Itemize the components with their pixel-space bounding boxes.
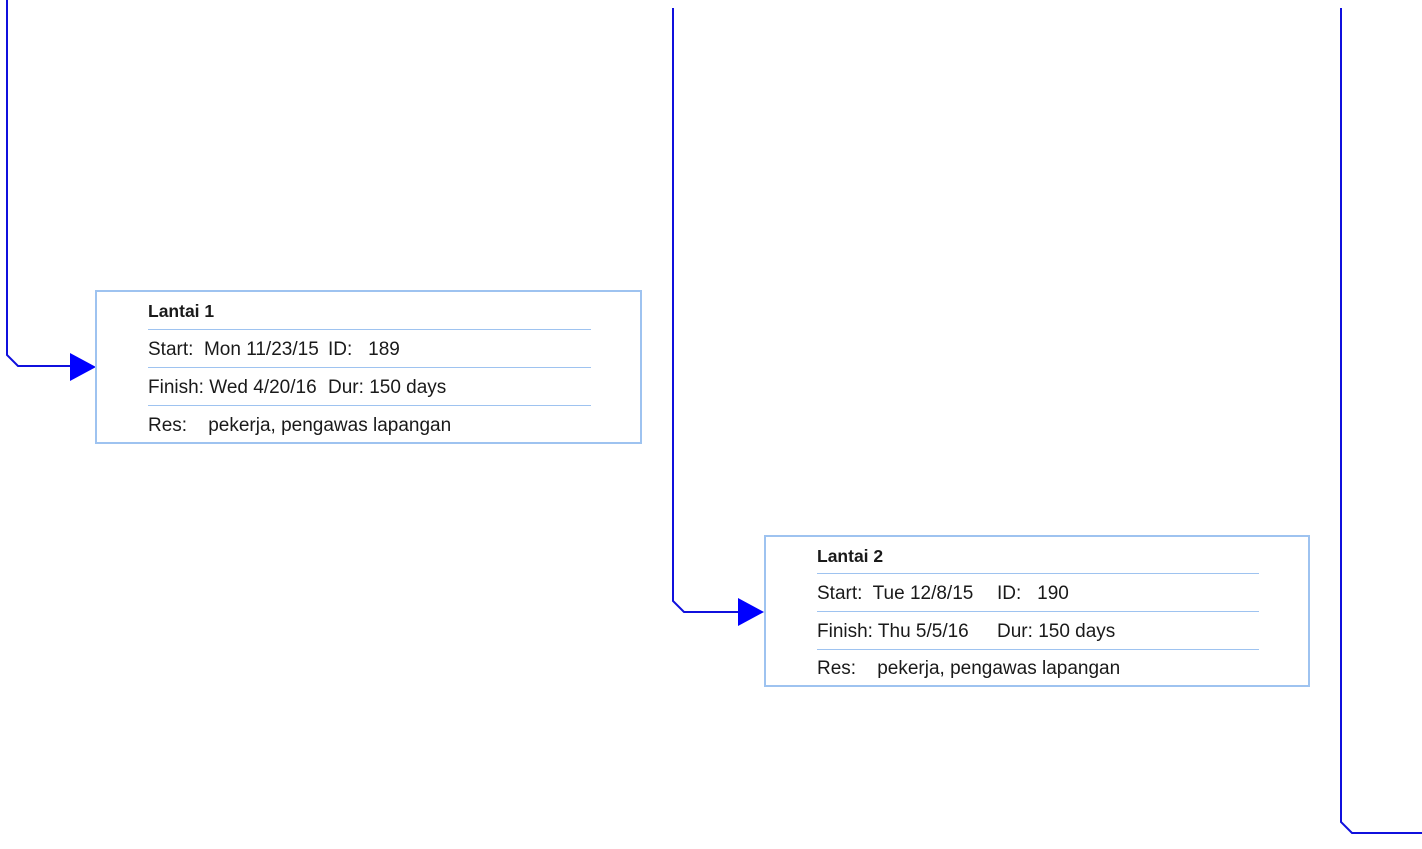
start-value: Mon 11/23/15 [203, 339, 319, 360]
task-title: Lantai 1 [148, 301, 215, 321]
finish-dur-row: Finish: Thu 5/5/16 Dur: 150 days [817, 620, 1259, 644]
finish-value: Wed 4/20/16 [209, 377, 317, 398]
id-label: ID: [997, 583, 1022, 604]
dur-cell: Dur: 150 days [997, 620, 1115, 644]
dur-value: 150 days [369, 377, 447, 398]
id-label: ID: [328, 339, 353, 360]
id-value: 190 [1037, 583, 1069, 604]
link-into-lantai-2 [672, 8, 740, 613]
task-node-lantai-1[interactable]: Lantai 1 Start: Mon 11/23/15 ID: 189 Fin… [95, 290, 642, 444]
arrow-head-lantai-2 [738, 598, 764, 626]
start-id-row: Start: Tue 12/8/15 ID: 190 [817, 582, 1259, 606]
link-into-lantai-1 [6, 0, 72, 367]
finish-label: Finish: [148, 377, 204, 398]
finish-label: Finish: [817, 621, 873, 642]
separator [817, 573, 1259, 574]
separator [148, 329, 591, 330]
start-label: Start: [148, 339, 194, 360]
res-value: pekerja, pengawas lapangan [877, 658, 1121, 679]
res-cell: Res: pekerja, pengawas lapangan [148, 414, 451, 438]
dur-cell: Dur: 150 days [328, 376, 446, 400]
start-cell: Start: Mon 11/23/15 [148, 338, 328, 362]
separator [148, 367, 591, 368]
finish-cell: Finish: Wed 4/20/16 [148, 376, 328, 400]
finish-value: Thu 5/5/16 [877, 621, 969, 642]
id-cell: ID: 190 [997, 582, 1069, 606]
link-right-edge [1340, 8, 1422, 834]
task-title: Lantai 2 [817, 546, 884, 566]
res-label: Res: [148, 415, 188, 436]
res-value: pekerja, pengawas lapangan [208, 415, 452, 436]
id-cell: ID: 189 [328, 338, 400, 362]
dur-value: 150 days [1038, 621, 1116, 642]
start-label: Start: [817, 583, 863, 604]
start-cell: Start: Tue 12/8/15 [817, 582, 997, 606]
task-node-lantai-2[interactable]: Lantai 2 Start: Tue 12/8/15 ID: 190 Fini… [764, 535, 1310, 687]
finish-dur-row: Finish: Wed 4/20/16 Dur: 150 days [148, 376, 591, 400]
res-row: Res: pekerja, pengawas lapangan [817, 657, 1259, 681]
dur-label: Dur: [328, 377, 364, 398]
separator [817, 611, 1259, 612]
start-value: Tue 12/8/15 [872, 583, 974, 604]
arrow-head-lantai-1 [70, 353, 96, 381]
res-cell: Res: pekerja, pengawas lapangan [817, 657, 1120, 681]
finish-cell: Finish: Thu 5/5/16 [817, 620, 997, 644]
id-value: 189 [368, 339, 400, 360]
res-label: Res: [817, 658, 857, 679]
separator [148, 405, 591, 406]
separator [817, 649, 1259, 650]
start-id-row: Start: Mon 11/23/15 ID: 189 [148, 338, 591, 362]
res-row: Res: pekerja, pengawas lapangan [148, 414, 591, 438]
dur-label: Dur: [997, 621, 1033, 642]
